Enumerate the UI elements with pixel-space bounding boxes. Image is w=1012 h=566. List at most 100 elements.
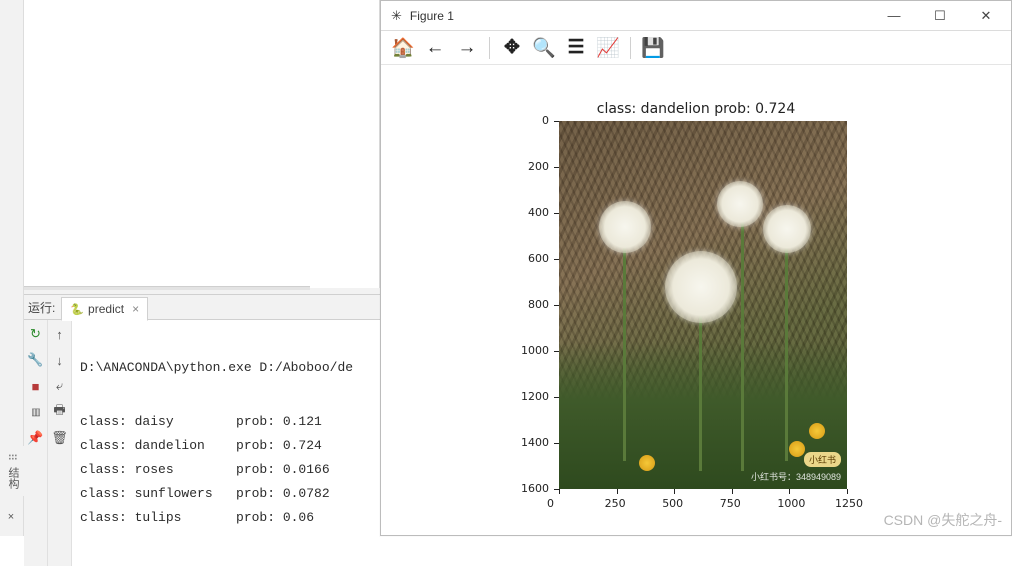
back-icon[interactable]: ←	[421, 34, 449, 62]
minimize-button[interactable]: —	[871, 1, 917, 31]
y-tick-mark	[554, 443, 559, 444]
dandelion-puff	[763, 205, 811, 253]
x-tick-mark	[789, 489, 790, 494]
x-tick-label: 500	[662, 497, 683, 510]
plot-title: class: dandelion prob: 0.724	[381, 101, 1011, 117]
y-tick-mark	[554, 213, 559, 214]
ground-texture	[559, 342, 847, 489]
python-icon: 🐍	[70, 303, 84, 316]
wrench-icon[interactable]: 🔧	[28, 352, 44, 368]
figure-title: Figure 1	[410, 9, 454, 23]
trash-icon[interactable]: 🗑	[52, 430, 68, 446]
run-tab-title: predict	[88, 302, 124, 316]
editor-divider	[24, 286, 310, 290]
y-tick-label: 1600	[513, 482, 549, 495]
y-tick-label: 400	[513, 206, 549, 219]
stop-icon[interactable]: ■	[28, 378, 44, 394]
window-buttons: — ☐ ✕	[871, 1, 1009, 31]
run-tool-column-2: ↑ ↓ ⤶ 🖶 🗑	[48, 320, 72, 566]
stem	[741, 211, 744, 471]
home-icon[interactable]: 🏠	[389, 34, 417, 62]
structure-vertical-tab[interactable]: ⠿ 结构	[2, 446, 24, 496]
editor-placeholder	[24, 0, 380, 288]
x-tick-mark	[847, 489, 848, 494]
run-tabbar: 运行: 🐍 predict ×	[24, 295, 380, 320]
console-line: class: roses prob: 0.0166	[80, 458, 372, 482]
pin-icon[interactable]: 📌	[28, 430, 44, 446]
figure-titlebar[interactable]: ✳ Figure 1 — ☐ ✕	[381, 1, 1011, 31]
yellow-flower	[809, 423, 825, 439]
ide-area: ⠿ 结构 × 运行: 🐍 predict × ↻ 🔧 ■ ▥ 📌	[0, 0, 380, 536]
zoom-icon[interactable]: 🔍	[530, 34, 558, 62]
collapse-vertical-tab[interactable]: ×	[2, 504, 20, 530]
y-tick-mark	[554, 121, 559, 122]
console-cmd: D:\ANACONDA\python.exe D:/Aboboo/de	[80, 356, 372, 380]
y-tick-label: 0	[513, 114, 549, 127]
x-tick-mark	[617, 489, 618, 494]
down-icon[interactable]: ↓	[52, 352, 68, 368]
run-tab-predict[interactable]: 🐍 predict ×	[61, 297, 148, 321]
image-source-badge: 小红书	[804, 452, 841, 467]
layout-icon[interactable]: ▥	[28, 404, 44, 420]
figure-window: ✳ Figure 1 — ☐ ✕ 🏠 ← → ✥ 🔍 ☰ 📈 💾 class: …	[380, 0, 1012, 536]
configure-icon[interactable]: ☰	[562, 34, 590, 62]
toolbar-sep-1	[489, 37, 490, 59]
console-line: class: dandelion prob: 0.724	[80, 434, 372, 458]
x-tick-label: 1000	[777, 497, 805, 510]
y-tick-label: 200	[513, 160, 549, 173]
yellow-flower	[639, 455, 655, 471]
y-tick-mark	[554, 259, 559, 260]
matplotlib-icon: ✳	[391, 8, 402, 24]
x-tick-label: 1250	[835, 497, 863, 510]
run-label: 运行:	[28, 299, 55, 316]
console-output[interactable]: D:\ANACONDA\python.exe D:/Aboboo/de clas…	[72, 320, 380, 566]
y-tick-label: 800	[513, 298, 549, 311]
rerun-icon[interactable]: ↻	[28, 326, 44, 342]
run-body: ↻ 🔧 ■ ▥ 📌 ↑ ↓ ⤶ 🖶 🗑 D:\ANACONDA\python.e…	[24, 320, 380, 566]
mpl-toolbar: 🏠 ← → ✥ 🔍 ☰ 📈 💾	[381, 31, 1011, 65]
y-tick-label: 1400	[513, 436, 549, 449]
stem	[785, 231, 788, 461]
x-tick-mark	[559, 489, 560, 494]
stem	[623, 241, 626, 461]
y-tick-label: 1200	[513, 390, 549, 403]
y-tick-mark	[554, 397, 559, 398]
page-watermark: CSDN @失舵之舟-	[884, 510, 1002, 530]
plot-image: 小红书 小红书号：348949089	[559, 121, 847, 489]
up-icon[interactable]: ↑	[52, 326, 68, 342]
console-line: class: sunflowers prob: 0.0782	[80, 482, 372, 506]
y-tick-label: 600	[513, 252, 549, 265]
softwrap-icon[interactable]: ⤶	[52, 378, 68, 394]
dandelion-puff	[665, 251, 737, 323]
y-tick-mark	[554, 167, 559, 168]
x-tick-label: 250	[605, 497, 626, 510]
dandelion-puff	[717, 181, 763, 227]
x-tick-label: 0	[547, 497, 554, 510]
y-tick-mark	[554, 351, 559, 352]
run-tool-column-1: ↻ 🔧 ■ ▥ 📌	[24, 320, 48, 566]
console-line: class: tulips prob: 0.06	[80, 506, 372, 530]
print-icon[interactable]: 🖶	[52, 404, 68, 420]
forward-icon[interactable]: →	[453, 34, 481, 62]
collapse-icon: ×	[5, 511, 17, 523]
save-icon[interactable]: 💾	[639, 34, 667, 62]
x-tick-mark	[674, 489, 675, 494]
yellow-flower	[789, 441, 805, 457]
console-line: class: daisy prob: 0.121	[80, 410, 372, 434]
toolbar-sep-2	[630, 37, 631, 59]
close-button[interactable]: ✕	[963, 1, 1009, 31]
structure-icon: ⠿	[8, 453, 18, 463]
structure-label: 结构	[5, 467, 21, 489]
pan-icon[interactable]: ✥	[498, 34, 526, 62]
run-panel: 运行: 🐍 predict × ↻ 🔧 ■ ▥ 📌 ↑ ↓ ⤶ 🖶 🗑	[24, 294, 380, 536]
close-icon[interactable]: ×	[132, 302, 139, 316]
maximize-button[interactable]: ☐	[917, 1, 963, 31]
image-source-id: 小红书号：348949089	[751, 470, 841, 483]
figure-canvas[interactable]: class: dandelion prob: 0.724 小红书 小红书号：34…	[381, 65, 1011, 535]
y-tick-label: 1000	[513, 344, 549, 357]
y-tick-mark	[554, 305, 559, 306]
subplots-icon[interactable]: 📈	[594, 34, 622, 62]
ide-left-gutter: ⠿ 结构 ×	[0, 0, 24, 536]
x-tick-label: 750	[720, 497, 741, 510]
dandelion-puff	[599, 201, 651, 253]
